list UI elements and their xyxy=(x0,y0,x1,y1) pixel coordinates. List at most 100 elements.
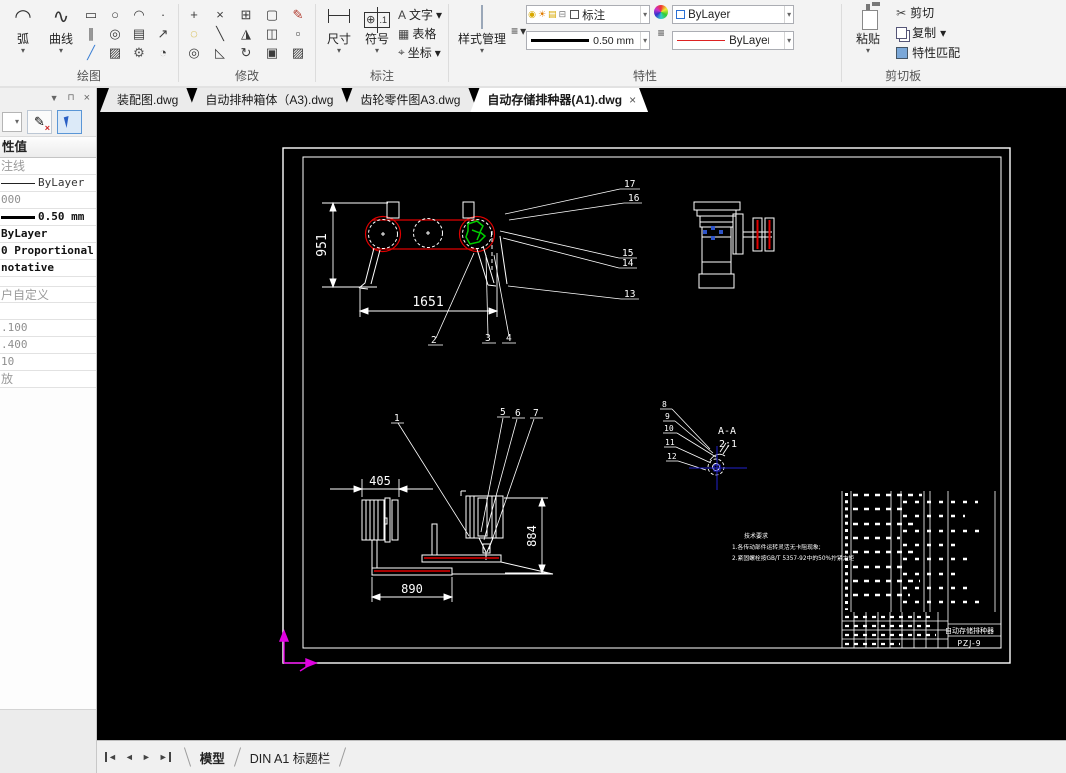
chevron-down-icon: ▾ xyxy=(940,25,947,40)
part-label: 9 xyxy=(665,412,670,421)
text-icon: A xyxy=(398,7,407,22)
parallel-lines-icon: ∥ xyxy=(87,26,95,41)
part-label: 6 xyxy=(515,408,521,419)
palette-close-icon[interactable]: × xyxy=(84,92,90,104)
ellipse-tool-button[interactable]: ○ xyxy=(106,6,124,24)
doc-tab-seed-meter-active[interactable]: 自动存储排种器(A1).dwg × xyxy=(470,88,648,112)
last-layout-button[interactable]: ► xyxy=(159,752,171,762)
part-label: 8 xyxy=(662,400,667,409)
next-layout-button[interactable]: ► xyxy=(142,752,151,762)
part-label: 11 xyxy=(665,438,675,447)
view-section-aa: 8 9 10 11 12 A-A 2:1 xyxy=(660,400,747,490)
palette-pin-icon[interactable]: ⊓ xyxy=(68,92,75,103)
view-planter: 405 890 884 1 5 6 7 xyxy=(330,407,554,602)
linetype-sample xyxy=(1,182,35,184)
rotate-tool-button[interactable]: ◌ xyxy=(185,25,203,43)
property-row-lineweight[interactable]: 0.50 mm xyxy=(0,209,96,226)
property-row[interactable]: 户自定义 xyxy=(0,286,96,303)
point-tool-button[interactable]: · xyxy=(154,6,172,24)
lineweight-sample xyxy=(531,39,590,42)
list-options-button[interactable]: ≡ ▾ xyxy=(511,24,526,38)
rectangle-tool-button[interactable]: ▭ xyxy=(82,6,100,24)
wipeout-tool-button[interactable]: ◔ xyxy=(154,44,172,62)
mirror-tool-button[interactable]: ◮ xyxy=(237,25,255,43)
palette-chevron-icon[interactable]: ▼ xyxy=(50,93,59,103)
selected-entity[interactable] xyxy=(465,220,487,245)
layout-tab-din-a1[interactable]: DIN A1 标题栏 xyxy=(240,747,341,768)
paste-button[interactable]: 粘贴 ▾ xyxy=(846,2,890,55)
circle-tool-button[interactable]: ◎ xyxy=(106,25,124,43)
polyline-arc-tool-button[interactable]: ◠ xyxy=(130,6,148,24)
color-dropdown[interactable]: ByLayer ▾ xyxy=(672,5,795,24)
property-row-linetype[interactable]: ByLayer xyxy=(0,175,96,192)
overlap-tool-button[interactable]: ◫ xyxy=(263,25,281,43)
drawing-canvas[interactable]: 951 1651 17 16 15 14 13 2 3 4 405 890 88… xyxy=(97,112,1066,740)
layer-on-bulb-icon: ◉ xyxy=(528,9,536,19)
move-tool-button[interactable]: + xyxy=(185,6,203,24)
coordinate-tool-button[interactable]: ⌖ 坐标 ▾ xyxy=(398,44,442,61)
select-objects-button[interactable] xyxy=(57,109,82,134)
property-row[interactable]: ByLayer xyxy=(0,226,96,243)
edit-hatch-tool-button[interactable]: ▨ xyxy=(289,44,307,62)
line-tool-button[interactable]: ╱ xyxy=(82,44,100,62)
erase-tool-button[interactable]: ✎ xyxy=(289,6,307,24)
color-wheel-icon[interactable] xyxy=(654,5,669,19)
arc-tool-button[interactable]: ◠ 弧 ▾ xyxy=(4,2,42,55)
cut-button[interactable]: ✂ 剪切 xyxy=(896,4,960,21)
text-tool-button[interactable]: A 文字 ▾ xyxy=(398,6,442,23)
property-row[interactable]: .100 xyxy=(0,320,96,337)
doc-tab-gear[interactable]: 齿轮零件图A3.dwg xyxy=(343,88,477,112)
lineweight-dropdown[interactable]: 0.50 mm ▾ xyxy=(526,31,651,50)
coordinate-icon: ⌖ xyxy=(398,45,405,59)
property-row[interactable] xyxy=(0,303,96,320)
gear-tool-button[interactable]: ⚙ xyxy=(130,44,148,62)
close-tab-icon[interactable]: × xyxy=(629,88,636,112)
hatch-tool-button[interactable]: ▨ xyxy=(106,44,124,62)
doc-tab-seedbox[interactable]: 自动排种箱体（A3).dwg xyxy=(188,88,350,112)
property-row[interactable]: notative xyxy=(0,260,96,277)
block-tool-button[interactable]: ▤ xyxy=(130,25,148,43)
dimension-label: 尺寸 xyxy=(326,32,351,46)
dashed-rect-icon: ▫ xyxy=(295,26,301,41)
property-row[interactable]: .400 xyxy=(0,337,96,354)
quick-select-button[interactable]: ✎ × xyxy=(27,109,52,134)
notes-line-2: 2.紧固螺栓按GB/T 5357-92中的50%拧紧力矩 xyxy=(732,554,854,562)
scale-tool-button[interactable]: ◎ xyxy=(185,44,203,62)
extend-tool-button[interactable]: ╲ xyxy=(211,25,229,43)
first-layout-button[interactable]: ◄ xyxy=(105,752,117,762)
match-properties-button[interactable]: 特性匹配 xyxy=(896,44,960,61)
dimension-tool-button[interactable]: 尺寸 ▾ xyxy=(320,2,358,55)
copy-object-tool-button[interactable]: ▢ xyxy=(263,6,281,24)
chamfer-tool-button[interactable]: ◺ xyxy=(211,44,229,62)
table-tool-button[interactable]: ▦ 表格 xyxy=(398,25,442,42)
doc-tab-assembly[interactable]: 装配图.dwg xyxy=(100,88,195,112)
copy-button[interactable]: 复制 ▾ xyxy=(896,24,960,41)
trim-tool-button[interactable]: × xyxy=(211,6,229,24)
curve-tool-button[interactable]: ∿ 曲线 ▾ xyxy=(42,2,80,55)
symbol-tool-button[interactable]: ⊕ .1 符号 ▾ xyxy=(358,2,396,55)
linetype-dropdown[interactable]: ByLayer ▾ xyxy=(672,31,795,50)
draw-tool-grid: ▭ ○ ◠ · ∥ ◎ ▤ ↗ ╱ ▨ ⚙ ◔ xyxy=(80,2,174,66)
rectangle-icon: ▭ xyxy=(84,7,98,22)
array-tool-button[interactable]: ⊞ xyxy=(237,6,255,24)
selection-filter-dropdown[interactable]: ▾ xyxy=(2,111,22,132)
revolve-tool-button[interactable]: ↻ xyxy=(237,44,255,62)
explode-tool-button[interactable]: ▣ xyxy=(263,44,281,62)
stretch-tool-button[interactable]: ▫ xyxy=(289,25,307,43)
property-row[interactable]: 0 Proportional xyxy=(0,243,96,260)
chevron-down-icon: ▾ xyxy=(58,46,63,55)
property-row[interactable]: 注线 xyxy=(0,158,96,175)
property-row[interactable]: 000 xyxy=(0,192,96,209)
parallel-line-tool-button[interactable]: ∥ xyxy=(82,25,100,43)
property-row[interactable]: 放 xyxy=(0,371,96,388)
linetype-manager-icon[interactable]: ≡ xyxy=(658,26,665,40)
layer-dropdown[interactable]: ◉ ☀ ▤ ⊟ 标注 ▾ xyxy=(526,5,651,24)
overlap-icon: ◫ xyxy=(265,26,279,41)
bom-text-marks xyxy=(853,493,922,597)
ray-tool-button[interactable]: ↗ xyxy=(154,25,172,43)
model-tab[interactable]: 模型 xyxy=(190,747,235,768)
style-manager-button[interactable]: 样式管理 ▾ xyxy=(453,2,511,55)
previous-layout-button[interactable]: ◄ xyxy=(125,752,134,762)
property-row[interactable]: 10 xyxy=(0,354,96,371)
part-label: 1 xyxy=(394,413,400,424)
